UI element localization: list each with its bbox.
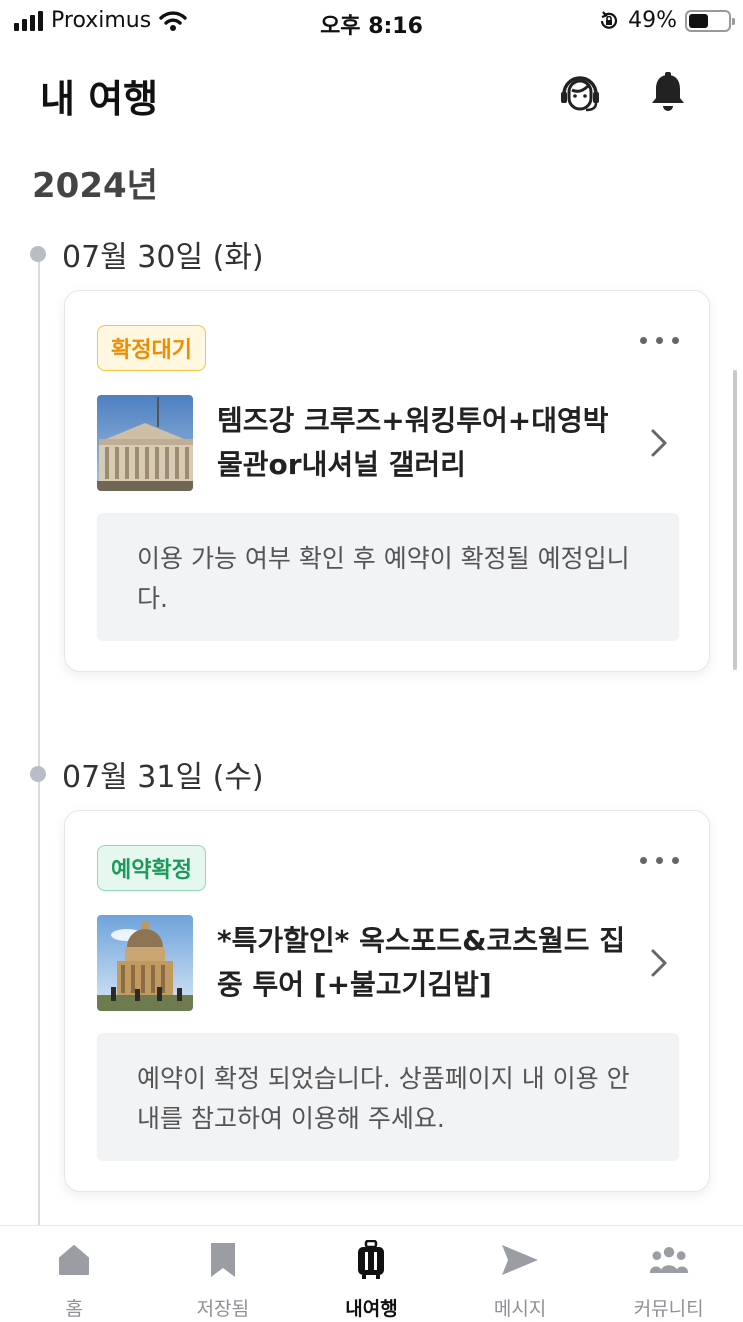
home-icon xyxy=(59,1245,90,1275)
battery-icon xyxy=(685,9,735,32)
product-title[interactable]: *특가할인* 옥스포드&코츠월드 집중 투어 [+불고기김밥] xyxy=(217,919,627,1007)
timeline-dot xyxy=(30,766,46,782)
museum-image xyxy=(97,395,193,491)
tab-label: 메시지 xyxy=(493,1298,547,1320)
page-title: 내 여행 xyxy=(40,77,159,121)
chevron-right-icon[interactable] xyxy=(649,427,669,459)
more-dots-icon xyxy=(640,337,647,344)
radcliffe-camera-image xyxy=(97,915,193,1011)
product-thumbnail[interactable] xyxy=(97,395,193,491)
tab-messages[interactable]: 메시지 xyxy=(446,1226,595,1322)
community-icon xyxy=(649,1246,688,1274)
tab-community[interactable]: 커뮤니티 xyxy=(594,1226,743,1322)
year-heading: 2024년 xyxy=(32,166,158,206)
more-dots-icon xyxy=(640,857,647,864)
booking-notice: 예약이 확정 되었습니다. 상품페이지 내 이용 안내를 참고하여 이용해 주세… xyxy=(97,1033,679,1161)
tab-home[interactable]: 홈 xyxy=(0,1226,149,1322)
product-title[interactable]: 템즈강 크루즈+워킹투어+대영박물관or내셔널 갤러리 xyxy=(217,399,627,487)
date-label: 07월 31일 (수) xyxy=(62,760,264,795)
status-badge: 확정대기 xyxy=(97,325,206,371)
tab-label: 내여행 xyxy=(345,1298,398,1320)
tab-label: 커뮤니티 xyxy=(633,1298,704,1320)
bell-icon xyxy=(652,72,684,111)
battery-percent: 49% xyxy=(628,8,677,33)
customer-support-icon xyxy=(561,76,599,112)
product-thumbnail[interactable] xyxy=(97,915,193,1011)
customer-support-button[interactable] xyxy=(556,68,604,116)
booking-notice: 이용 가능 여부 확인 후 예약이 확정될 예정입니다. xyxy=(97,513,679,641)
chevron-right-icon[interactable] xyxy=(649,947,669,979)
my-trips-content: 2024년 07월 30일 (화) 확정대기 템즈강 크루즈+워킹투어+대영박물… xyxy=(0,140,743,1225)
status-badge: 예약확정 xyxy=(97,845,206,891)
tab-label: 홈 xyxy=(65,1298,84,1320)
tab-label: 저장됨 xyxy=(196,1298,250,1320)
tab-my-trips[interactable]: 내여행 xyxy=(297,1226,446,1322)
rotation-lock-icon xyxy=(600,10,618,29)
suitcase-icon xyxy=(358,1240,385,1279)
booking-card[interactable]: 예약확정 *특가할인* 옥스포드&코츠월드 집중 투어 [+불고기김밥] 예약이… xyxy=(64,810,710,1192)
status-bar: Proximus 오후 8:16 49% xyxy=(0,0,743,44)
more-options-button[interactable] xyxy=(640,337,679,344)
send-icon xyxy=(502,1245,539,1275)
more-options-button[interactable] xyxy=(640,857,679,864)
header: 내 여행 xyxy=(0,56,743,128)
timeline-line xyxy=(38,252,40,1225)
notification-button[interactable] xyxy=(644,68,692,116)
booking-card[interactable]: 확정대기 템즈강 크루즈+워킹투어+대영박물관or내셔널 갤러리 이용 가능 여… xyxy=(64,290,710,672)
timeline-dot xyxy=(30,246,46,262)
bookmark-icon xyxy=(210,1243,235,1277)
tab-saved[interactable]: 저장됨 xyxy=(149,1226,298,1322)
tab-bar: 홈 저장됨 내여행 메시지 커뮤니티 xyxy=(0,1225,743,1322)
date-label: 07월 30일 (화) xyxy=(62,240,264,275)
scrollbar[interactable] xyxy=(733,370,737,670)
